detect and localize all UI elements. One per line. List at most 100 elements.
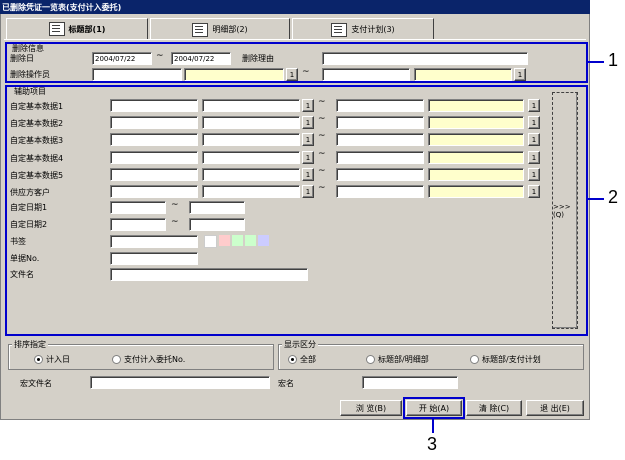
tab-payment-plan-label: 支付计划(3) <box>351 25 395 34</box>
document-icon <box>192 22 209 37</box>
aux-to-code-input[interactable] <box>336 168 424 181</box>
aux-to-name-input <box>428 116 524 129</box>
aux-from-lookup-button[interactable]: 1 <box>302 133 314 146</box>
operator-to-code-input[interactable] <box>322 68 410 81</box>
aux-from-name-input <box>202 151 300 164</box>
aux-to-lookup-button[interactable]: 1 <box>528 168 540 181</box>
bookmark-input[interactable] <box>110 235 198 248</box>
delete-date-to-input[interactable]: 2004/07/22 <box>171 52 231 65</box>
sort-option-post-date-label: 计入日 <box>46 355 70 364</box>
preview-button[interactable]: 浏 览(B) <box>340 400 402 416</box>
aux-from-code-input[interactable] <box>110 99 198 112</box>
aux-from-code-input[interactable] <box>110 133 198 146</box>
sort-legend: 排序指定 <box>12 339 48 350</box>
aux-to-lookup-button[interactable]: 1 <box>528 116 540 129</box>
callout-3-line <box>432 419 434 433</box>
aux-to-code-input[interactable] <box>336 116 424 129</box>
aux-to-lookup-button[interactable]: 1 <box>528 133 540 146</box>
aux-to-code-input[interactable] <box>336 151 424 164</box>
operator-from-code-input[interactable] <box>92 68 182 81</box>
delete-date-from-input[interactable]: 2004/07/22 <box>92 52 152 65</box>
bookmark-color-5[interactable] <box>258 235 269 246</box>
display-option-header-detail[interactable]: 标题部/明细部 <box>366 354 429 365</box>
display-option-all-label: 全部 <box>300 355 316 364</box>
bookmark-label: 书签 <box>10 237 26 246</box>
aux-from-name-input <box>202 99 300 112</box>
display-option-header-plan[interactable]: 标题部/支付计划 <box>470 354 541 365</box>
aux-row-label: 自定基本数据4 <box>10 154 64 163</box>
operator-from-lookup-button[interactable]: 1 <box>286 68 298 81</box>
exit-button[interactable]: 退 出(E) <box>526 400 584 416</box>
clear-button[interactable]: 清 除(C) <box>466 400 522 416</box>
aux-from-lookup-button[interactable]: 1 <box>302 168 314 181</box>
sort-option-request-no[interactable]: 支付计入委托No. <box>112 354 185 365</box>
aux-from-lookup-button[interactable]: 1 <box>302 116 314 129</box>
aux-range-tilde: ~ <box>318 149 326 159</box>
sort-option-post-date[interactable]: 计入日 <box>34 354 70 365</box>
operator-from-name-input <box>184 68 284 81</box>
start-highlight <box>403 397 465 419</box>
aux-row-label: 自定基本数据3 <box>10 136 64 145</box>
macro-file-label: 宏文件名 <box>20 379 52 388</box>
expand-panel-button[interactable]: >>>(Q) <box>552 92 578 329</box>
filename-label: 文件名 <box>10 270 34 279</box>
aux-to-name-input <box>428 133 524 146</box>
aux-row-label: 供应方客户 <box>10 188 50 197</box>
tab-header[interactable]: 标题部(1) <box>6 18 148 40</box>
callout-1: 1 <box>608 50 619 70</box>
aux-from-lookup-button[interactable]: 1 <box>302 99 314 112</box>
aux-from-code-input[interactable] <box>110 185 198 198</box>
aux-to-name-input <box>428 151 524 164</box>
delete-date-label: 删除日 <box>10 54 34 63</box>
tab-payment-plan[interactable]: 支付计划(3) <box>292 18 434 40</box>
aux-range-tilde: ~ <box>318 114 326 124</box>
custom-date1-to-input[interactable] <box>189 201 245 214</box>
bookmark-color-3[interactable] <box>232 235 243 246</box>
aux-row-label: 自定基本数据2 <box>10 119 64 128</box>
aux-legend: 辅助项目 <box>14 87 46 96</box>
aux-to-lookup-button[interactable]: 1 <box>528 185 540 198</box>
operator-to-lookup-button[interactable]: 1 <box>514 68 526 81</box>
aux-range-tilde: ~ <box>318 131 326 141</box>
radio-on-icon <box>288 355 297 364</box>
macro-file-input[interactable] <box>90 376 270 389</box>
custom-date2-to-input[interactable] <box>189 218 245 231</box>
aux-to-code-input[interactable] <box>336 133 424 146</box>
aux-to-code-input[interactable] <box>336 185 424 198</box>
expand-panel-label: >>>(Q) <box>553 202 571 219</box>
display-option-header-plan-label: 标题部/支付计划 <box>482 355 541 364</box>
aux-to-name-input <box>428 185 524 198</box>
aux-from-lookup-button[interactable]: 1 <box>302 151 314 164</box>
bookmark-color-2[interactable] <box>219 235 230 246</box>
custom-date2-from-input[interactable] <box>110 218 166 231</box>
delete-reason-input[interactable] <box>322 52 528 65</box>
aux-from-lookup-button[interactable]: 1 <box>302 185 314 198</box>
callout-2-line <box>588 198 604 200</box>
display-option-all[interactable]: 全部 <box>288 354 316 365</box>
bookmark-color-4[interactable] <box>245 235 256 246</box>
slip-no-input[interactable] <box>110 252 198 265</box>
callout-2: 2 <box>608 187 619 207</box>
aux-range-tilde: ~ <box>318 166 326 176</box>
tab-divider <box>4 39 586 40</box>
aux-from-name-input <box>202 133 300 146</box>
bookmark-color-1[interactable] <box>204 235 217 248</box>
custom-date1-from-input[interactable] <box>110 201 166 214</box>
aux-from-name-input <box>202 168 300 181</box>
tab-details[interactable]: 明细部(2) <box>150 18 290 40</box>
aux-range-tilde: ~ <box>318 183 326 193</box>
radio-off-icon <box>366 355 375 364</box>
aux-to-lookup-button[interactable]: 1 <box>528 99 540 112</box>
aux-from-code-input[interactable] <box>110 151 198 164</box>
delete-reason-label: 删除理由 <box>242 54 274 63</box>
filename-input[interactable] <box>110 268 308 281</box>
tab-details-label: 明细部(2) <box>212 25 248 34</box>
aux-to-code-input[interactable] <box>336 99 424 112</box>
radio-off-icon <box>470 355 479 364</box>
date-range-tilde: ~ <box>156 51 164 61</box>
aux-from-code-input[interactable] <box>110 168 198 181</box>
slip-no-label: 单据No. <box>10 254 40 263</box>
aux-from-code-input[interactable] <box>110 116 198 129</box>
macro-name-input[interactable] <box>362 376 458 389</box>
aux-to-lookup-button[interactable]: 1 <box>528 151 540 164</box>
